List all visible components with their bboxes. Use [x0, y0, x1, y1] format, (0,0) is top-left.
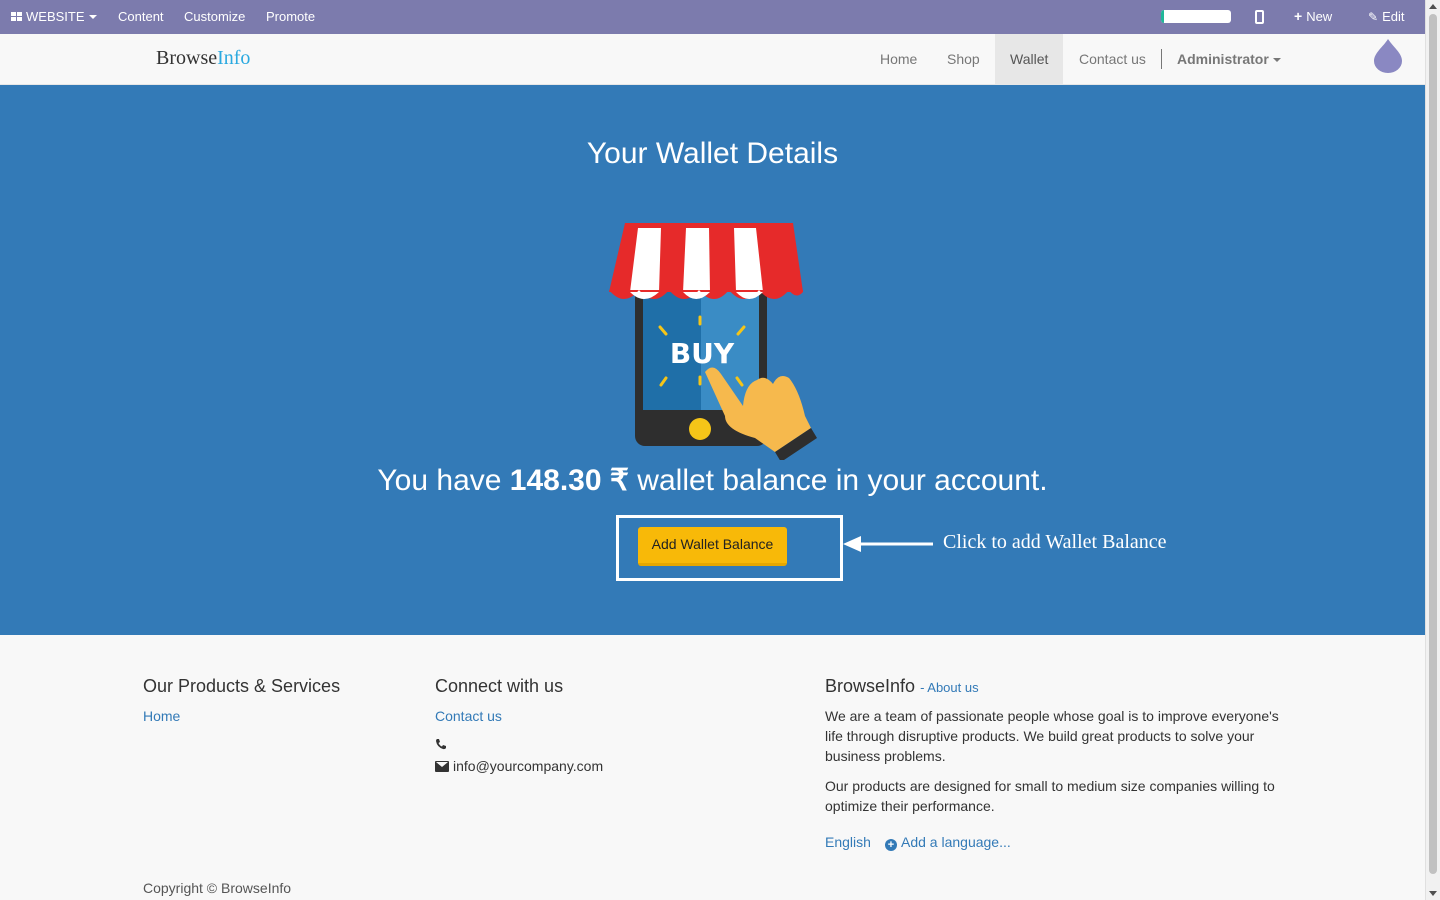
edit-button[interactable]: ✎ Edit: [1368, 0, 1404, 34]
brand-part1: Browse: [156, 47, 218, 69]
plus-icon: +: [1294, 8, 1303, 24]
menu-content[interactable]: Content: [118, 0, 164, 34]
illustration-text: BUY: [670, 337, 735, 370]
language-english-link[interactable]: English: [825, 834, 871, 850]
edit-button-label: Edit: [1382, 9, 1405, 24]
nav-shop[interactable]: Shop: [932, 34, 995, 84]
wallet-balance-line: You have 148.30 ₹ wallet balance in your…: [0, 463, 1425, 498]
footer-connect-title: Connect with us: [435, 676, 564, 696]
footer-company-heading: BrowseInfo - About us: [825, 676, 979, 697]
envelope-icon: [435, 761, 449, 772]
caret-down-icon: [88, 15, 97, 19]
nav-home[interactable]: Home: [865, 34, 932, 84]
mobile-preview-icon[interactable]: [1255, 10, 1264, 24]
copyright-text: Copyright © BrowseInfo: [143, 880, 292, 896]
admin-bar: WEBSITE Content Customize Promote + New ✎…: [0, 0, 1425, 34]
footer-email: info@yourcompany.com: [453, 758, 604, 774]
balance-amount: 148.30 ₹: [509, 464, 629, 497]
caret-down-icon: [1272, 58, 1281, 62]
footer-contact-link[interactable]: Contact us: [435, 708, 502, 724]
brand-part2: Info: [217, 47, 251, 69]
menu-promote[interactable]: Promote: [266, 0, 315, 34]
callout-arrow-icon: [843, 536, 933, 552]
shop-buy-illustration: BUY: [609, 223, 817, 460]
callout-text: Click to add Wallet Balance: [943, 531, 1167, 553]
footer-products-title: Our Products & Services: [143, 676, 341, 696]
nav-wallet[interactable]: Wallet: [995, 34, 1064, 84]
brand-logo[interactable]: BrowseInfo: [156, 47, 250, 70]
footer-company-title: BrowseInfo: [825, 676, 916, 696]
scroll-down-arrow-icon[interactable]: [1429, 891, 1437, 896]
about-us-link[interactable]: - About us: [920, 680, 979, 695]
progress-bar: [1161, 10, 1231, 23]
scroll-up-arrow-icon[interactable]: [1429, 4, 1437, 9]
user-menu[interactable]: Administrator: [1162, 34, 1296, 84]
nav-contact-us[interactable]: Contact us: [1064, 34, 1161, 84]
plus-circle-icon: +: [885, 839, 897, 851]
pencil-icon: ✎: [1368, 10, 1379, 24]
apps-menu-button[interactable]: WEBSITE: [11, 0, 97, 34]
wallet-hero: Your Wallet Details BUY You have 148.30 …: [0, 85, 1425, 635]
footer-home-link[interactable]: Home: [143, 708, 180, 724]
footer-about-paragraph-1: We are a team of passionate people whose…: [825, 708, 1279, 764]
page-title: Your Wallet Details: [586, 137, 839, 170]
phone-icon: [436, 739, 446, 750]
balance-prefix: You have: [377, 464, 510, 497]
add-wallet-balance-button[interactable]: Add Wallet Balance: [638, 527, 787, 566]
add-language-label: Add a language...: [901, 834, 1011, 850]
apps-grid-icon: [11, 12, 23, 22]
scrollbar-thumb[interactable]: [1429, 14, 1437, 874]
footer-about-paragraph-2: Our products are designed for small to m…: [825, 778, 1275, 814]
page-scrollbar[interactable]: [1425, 0, 1440, 900]
menu-customize[interactable]: Customize: [184, 0, 245, 34]
progress-fill: [1161, 10, 1164, 23]
user-menu-label: Administrator: [1177, 51, 1269, 67]
add-language-link[interactable]: + Add a language...: [885, 834, 1011, 851]
site-navbar: BrowseInfo Home Shop Wallet Contact us A…: [0, 34, 1425, 85]
new-button[interactable]: + New: [1294, 0, 1332, 34]
balance-suffix: wallet balance in your account.: [628, 464, 1048, 497]
new-button-label: New: [1306, 9, 1333, 24]
droplet-icon[interactable]: [1371, 37, 1405, 73]
apps-menu-label: WEBSITE: [26, 9, 85, 24]
site-footer: Our Products & Services Home Connect wit…: [0, 635, 1425, 900]
